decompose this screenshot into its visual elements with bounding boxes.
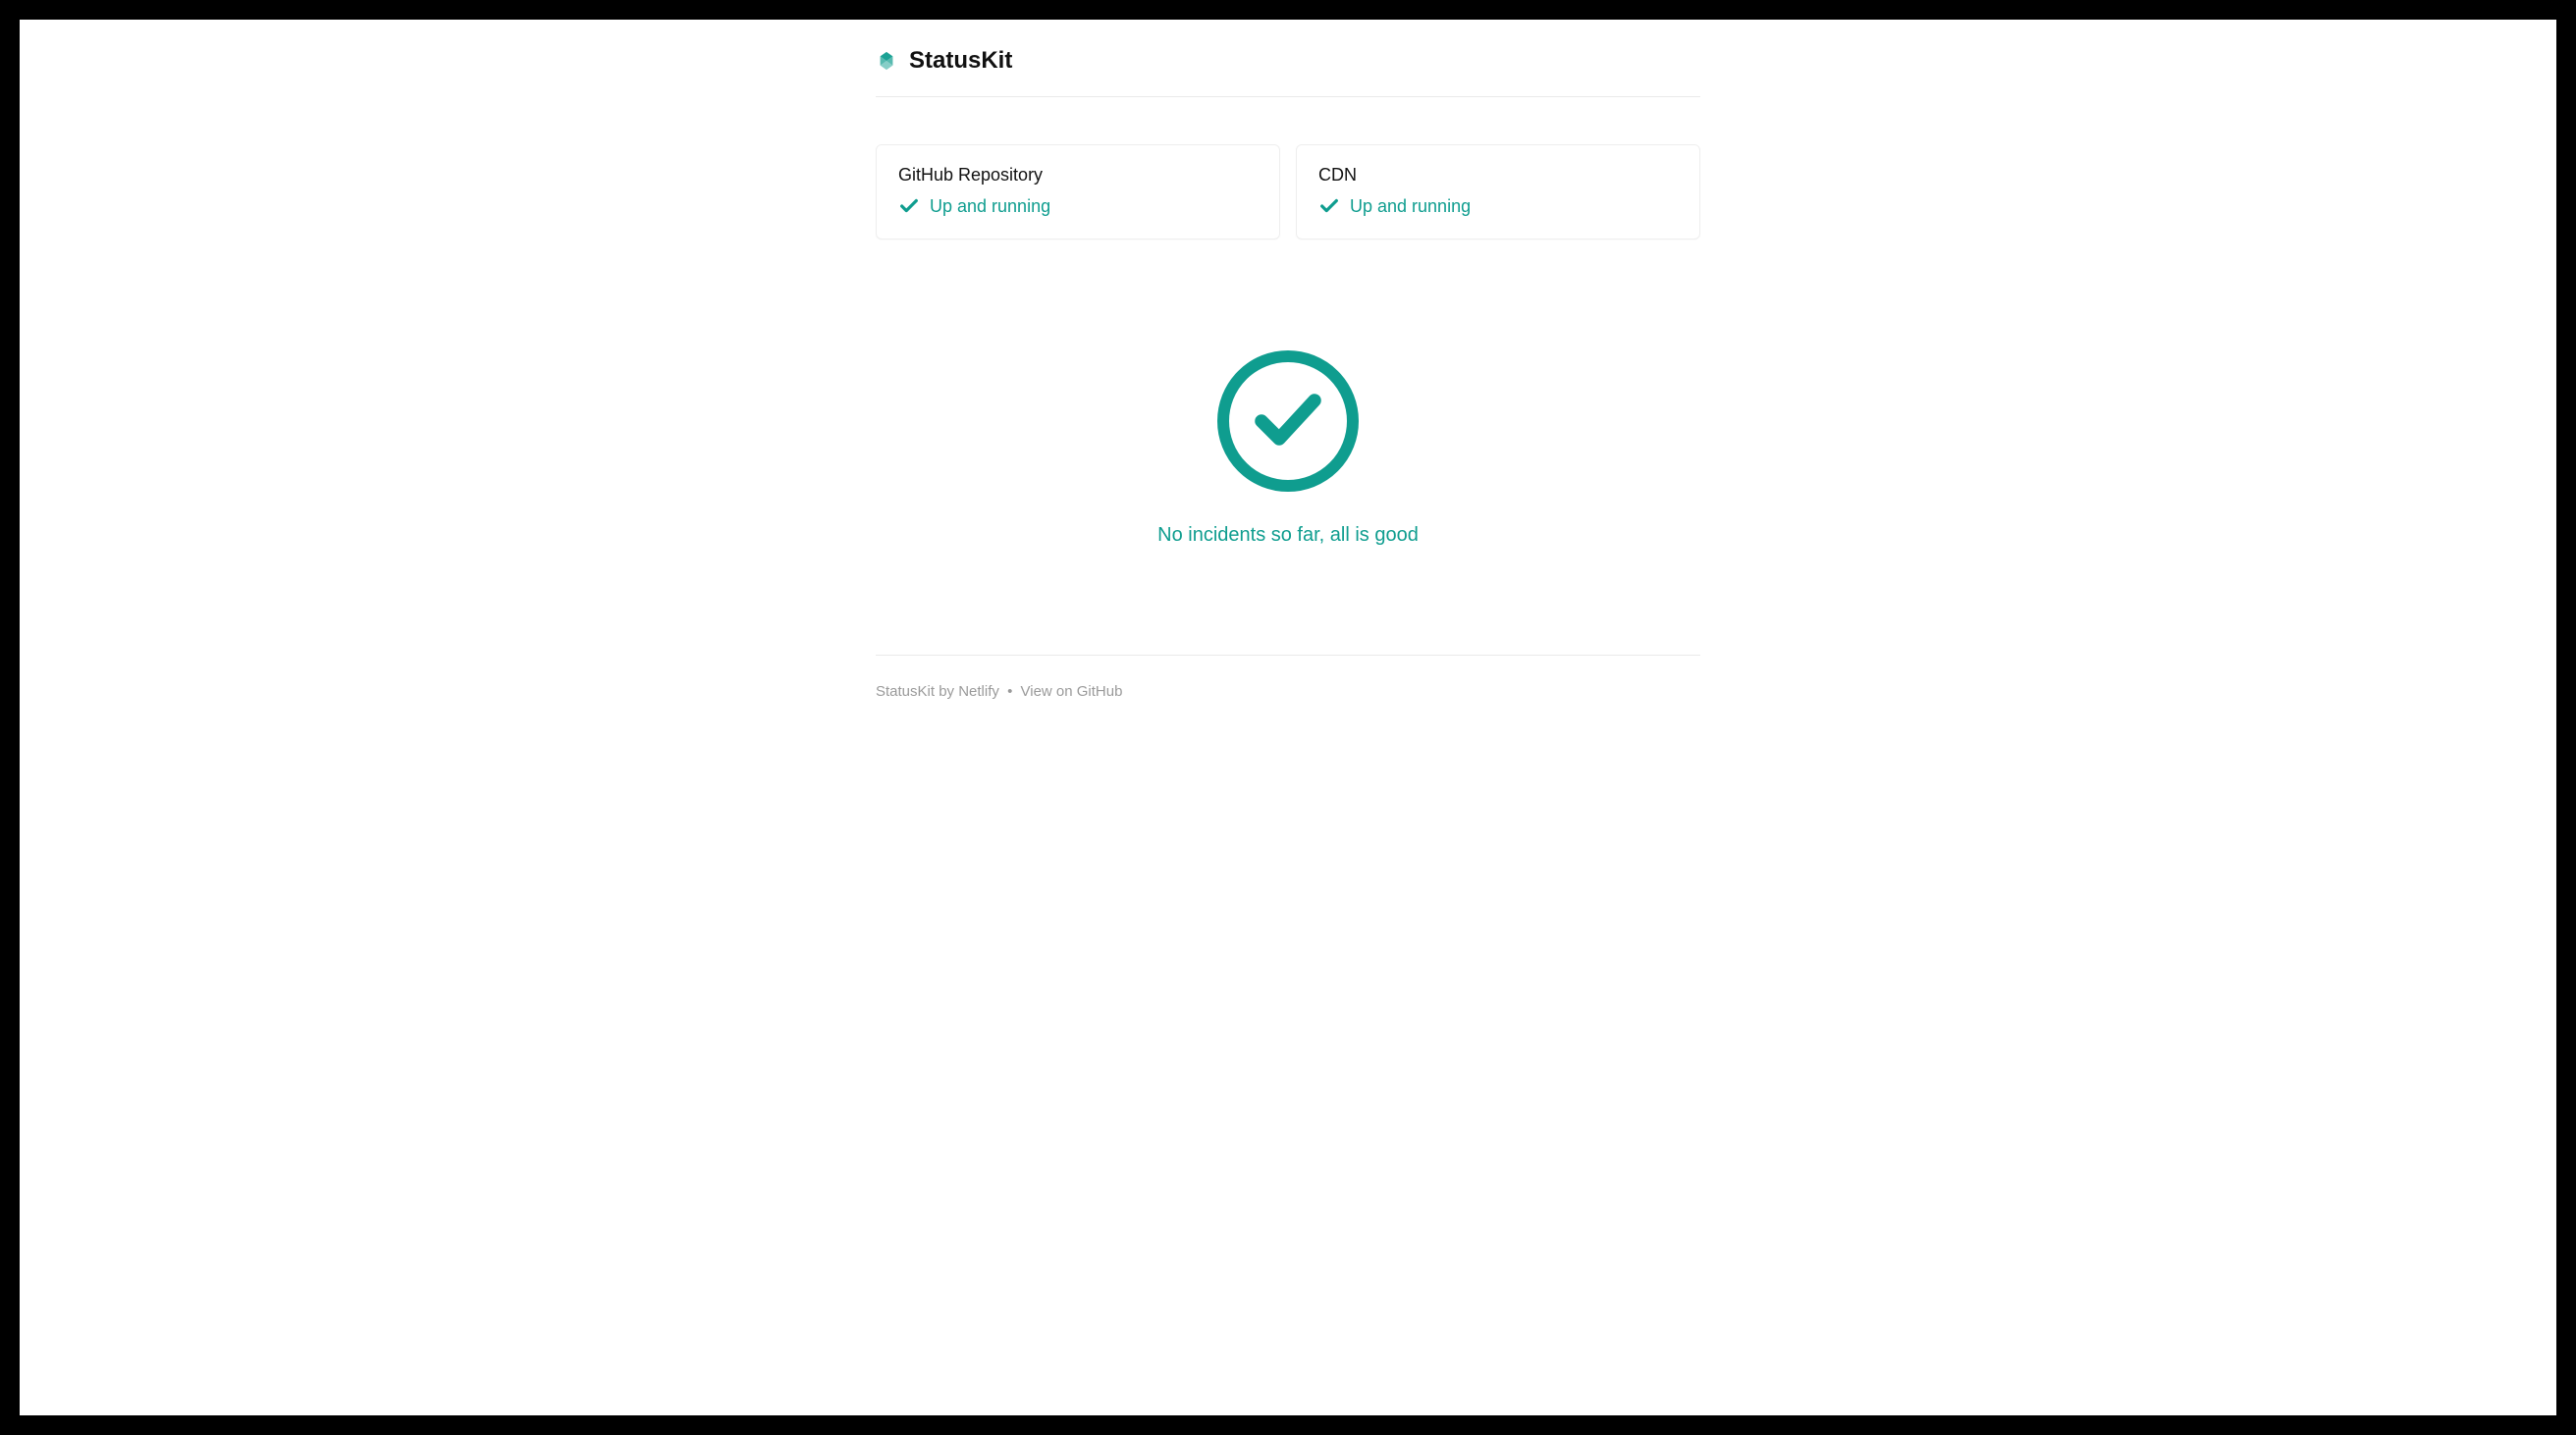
service-card: CDN Up and running bbox=[1296, 144, 1700, 239]
netlify-link[interactable]: Netlify bbox=[958, 683, 999, 700]
service-name: GitHub Repository bbox=[898, 165, 1258, 186]
service-card: GitHub Repository Up and running bbox=[876, 144, 1280, 239]
site-title: StatusKit bbox=[909, 47, 1012, 75]
status-message: No incidents so far, all is good bbox=[876, 524, 1700, 547]
service-name: CDN bbox=[1318, 165, 1678, 186]
service-status-text: Up and running bbox=[930, 196, 1050, 217]
footer: StatusKit by Netlify • View on GitHub bbox=[876, 656, 1700, 739]
header: StatusKit bbox=[876, 20, 1700, 97]
status-hero: No incidents so far, all is good bbox=[876, 347, 1700, 547]
view-on-github-link[interactable]: View on GitHub bbox=[1021, 683, 1123, 700]
footer-prefix: StatusKit by bbox=[876, 683, 958, 700]
service-status: Up and running bbox=[1318, 195, 1678, 217]
service-status-text: Up and running bbox=[1350, 196, 1471, 217]
statuskit-logo-icon bbox=[876, 50, 897, 72]
check-icon bbox=[898, 195, 920, 217]
footer-separator: • bbox=[1003, 683, 1017, 700]
service-status: Up and running bbox=[898, 195, 1258, 217]
service-cards: GitHub Repository Up and running CDN bbox=[876, 144, 1700, 239]
check-icon bbox=[1318, 195, 1340, 217]
big-check-circle-icon bbox=[876, 347, 1700, 495]
